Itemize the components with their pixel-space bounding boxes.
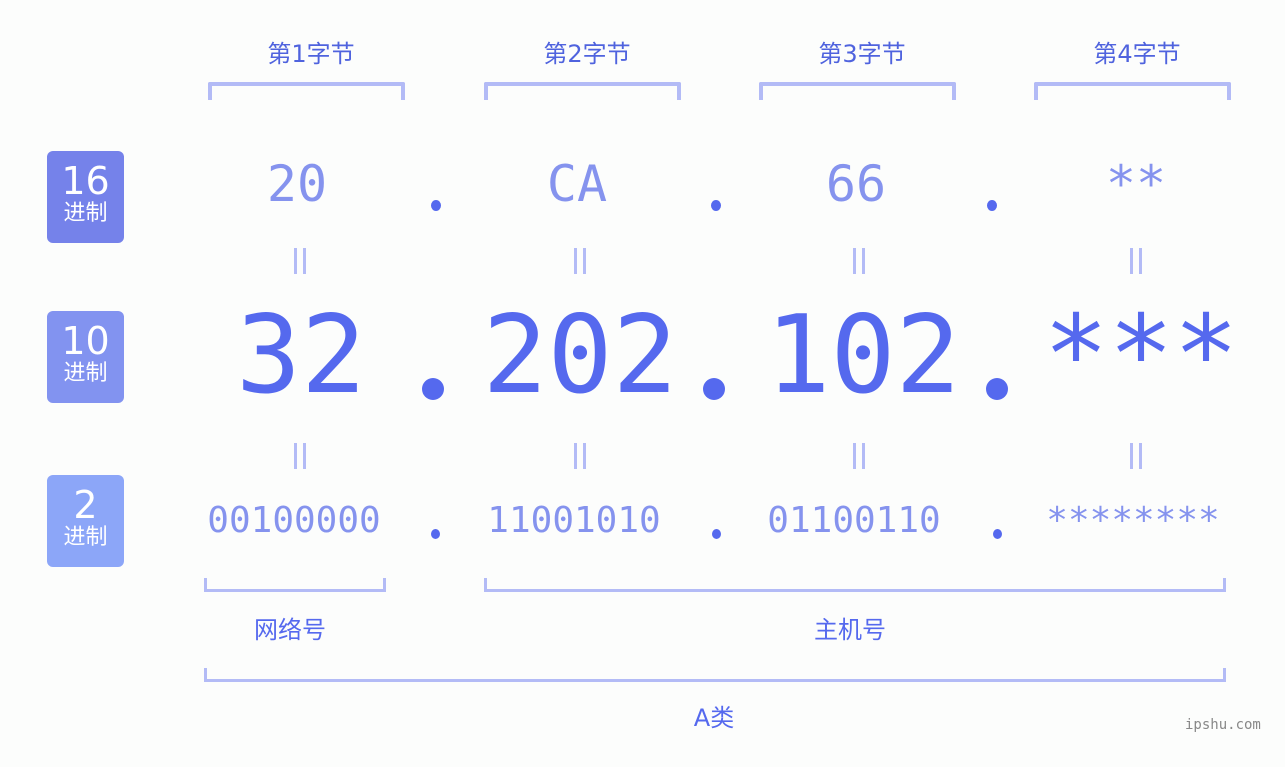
byte-3-label: 第3字节	[818, 40, 906, 68]
binary-separator-dot	[993, 529, 1002, 539]
byte-4-bracket	[1034, 82, 1231, 100]
byte-3-bracket	[759, 82, 956, 100]
hex-separator-dot	[711, 200, 721, 211]
network-bracket	[204, 578, 386, 592]
hex-separator-dot	[987, 200, 997, 211]
byte-2-bracket	[484, 82, 681, 100]
watermark: ipshu.com	[1185, 717, 1261, 733]
host-bracket	[484, 578, 1226, 592]
hex-byte-3: 66	[825, 155, 887, 213]
hex-byte-1: 20	[266, 155, 328, 213]
class-label: A类	[693, 704, 735, 732]
decimal-byte-4: ***	[1043, 293, 1239, 418]
equals-icon	[1129, 443, 1143, 469]
binary-separator-dot	[431, 529, 440, 539]
hex-byte-4: **	[1105, 155, 1167, 213]
equals-icon	[293, 248, 307, 274]
binary-byte-1: 00100000	[207, 500, 381, 541]
decimal-byte-2: 202	[482, 293, 678, 418]
byte-1-bracket	[208, 82, 405, 100]
hex-badge-unit: 进制	[63, 201, 108, 226]
binary-separator-dot	[712, 529, 721, 539]
decimal-badge-number: 10	[61, 319, 110, 363]
hex-badge: 16 进制	[47, 151, 124, 243]
byte-4-label: 第4字节	[1093, 40, 1181, 68]
equals-icon	[1129, 248, 1143, 274]
equals-icon	[573, 248, 587, 274]
byte-2-label: 第2字节	[543, 40, 631, 68]
decimal-byte-1: 32	[235, 293, 367, 418]
binary-byte-2: 11001010	[487, 500, 661, 541]
decimal-separator-dot	[422, 378, 444, 400]
decimal-badge: 10 进制	[47, 311, 124, 403]
equals-icon	[852, 248, 866, 274]
class-bracket	[204, 668, 1226, 682]
decimal-separator-dot	[986, 378, 1008, 400]
network-label: 网络号	[254, 616, 326, 644]
decimal-separator-dot	[703, 378, 725, 400]
host-label: 主机号	[814, 616, 886, 644]
hex-byte-2: CA	[546, 155, 608, 213]
binary-badge-unit: 进制	[63, 525, 108, 550]
binary-byte-3: 01100110	[767, 500, 941, 541]
byte-1-label: 第1字节	[267, 40, 355, 68]
decimal-byte-3: 102	[765, 293, 961, 418]
hex-separator-dot	[431, 200, 441, 211]
decimal-badge-unit: 进制	[63, 361, 108, 386]
hex-badge-number: 16	[61, 159, 110, 203]
binary-badge: 2 进制	[47, 475, 124, 567]
equals-icon	[293, 443, 307, 469]
equals-icon	[852, 443, 866, 469]
binary-byte-4: ********	[1046, 500, 1220, 541]
equals-icon	[573, 443, 587, 469]
binary-badge-number: 2	[73, 483, 98, 527]
